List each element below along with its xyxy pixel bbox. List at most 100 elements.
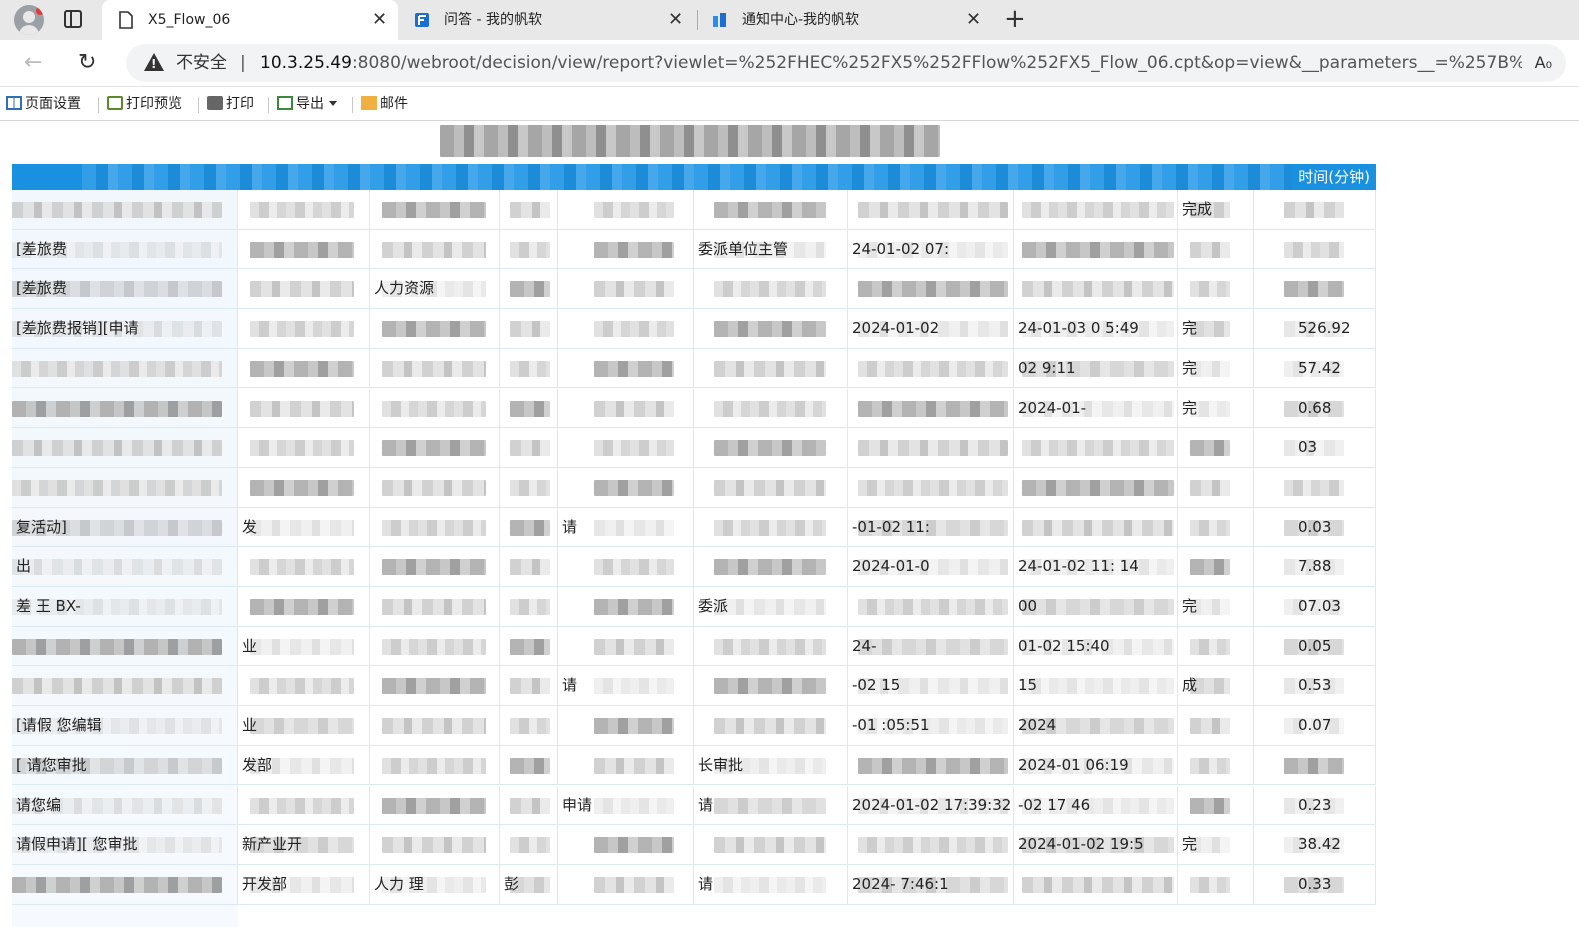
cell-text: 2024-01 06:19	[1018, 755, 1129, 774]
redacted-block	[1190, 718, 1230, 735]
cell-text: 57.42	[1298, 358, 1341, 377]
cell-text: 2024-01-02 19:5	[1018, 835, 1144, 854]
report-canvas: 时间(分钟) 完成 [差旅费 委派单位主管 24-01-02 07: [差旅费 人力资源[…	[0, 121, 1579, 927]
redacted-block	[858, 360, 1008, 377]
cell-text	[558, 279, 562, 297]
redacted-block	[250, 241, 354, 258]
page-setup-label: 页面设置	[25, 96, 81, 112]
fanruan-logo-icon	[415, 13, 429, 27]
cell-text	[694, 518, 698, 536]
table-cell: 57.42	[1254, 348, 1376, 388]
redacted-block	[250, 321, 354, 338]
url-text[interactable]: 10.3.25.49:8080/webroot/decision/view/re…	[260, 44, 1522, 82]
redacted-block	[1190, 876, 1230, 893]
cell-text: 07.03	[1298, 597, 1341, 615]
table-cell: -02 15	[848, 666, 1014, 706]
table-cell	[500, 666, 558, 706]
toolbar-separator	[268, 97, 269, 113]
export-dropdown-button[interactable]: 导出	[277, 88, 337, 120]
redacted-block	[1022, 202, 1174, 218]
cell-text	[694, 319, 698, 337]
redacted-block	[714, 479, 826, 496]
export-label: 导出	[296, 96, 324, 112]
table-cell	[238, 467, 370, 507]
cell-text: 业	[242, 636, 258, 655]
close-tab-icon[interactable]: ✕	[668, 0, 683, 40]
redacted-block	[1022, 599, 1174, 615]
report-title-redacted	[440, 125, 940, 157]
table-cell	[500, 626, 558, 666]
print-button[interactable]: 打印	[207, 88, 254, 120]
table-cell	[370, 547, 500, 587]
cell-text	[848, 359, 852, 377]
cell-text	[558, 756, 562, 774]
cell-text	[848, 200, 852, 218]
table-cell	[1178, 706, 1254, 746]
table-cell: 申请	[558, 785, 694, 825]
table-cell	[558, 547, 694, 587]
printer-icon	[207, 96, 223, 110]
cell-text	[500, 676, 504, 694]
redacted-block	[382, 479, 486, 496]
redacted-block	[382, 202, 486, 218]
cell-text	[1178, 716, 1182, 734]
profile-avatar-icon[interactable]	[14, 5, 44, 35]
url-omnibox[interactable]: 不安全 | 10.3.25.49:8080/webroot/decision/v…	[126, 44, 1566, 82]
reload-icon[interactable]: ↻	[78, 48, 96, 78]
table-cell	[848, 745, 1014, 785]
cell-text	[500, 240, 504, 258]
redacted-block	[250, 678, 354, 695]
cell-text	[558, 716, 562, 734]
cell-text	[1014, 875, 1018, 893]
mail-button[interactable]: 邮件	[361, 88, 408, 120]
new-tab-icon[interactable]: +	[1004, 4, 1026, 34]
cell-text: 人力资源	[374, 279, 435, 298]
redacted-block	[714, 678, 826, 695]
table-row: [差旅费报销][申请 2024-01-02 24-01-03 0 5:49 完 526.…	[12, 309, 1376, 349]
cell-text	[238, 438, 242, 456]
cell-text	[558, 399, 562, 417]
table-cell	[848, 825, 1014, 865]
read-aloud-icon[interactable]: A₀	[1535, 44, 1552, 82]
table-cell	[558, 587, 694, 626]
redacted-block	[510, 440, 550, 457]
table-row: [差旅费 人力资源	[12, 269, 1376, 310]
back-arrow-icon[interactable]: ←	[24, 48, 42, 78]
tab-actions-icon[interactable]	[64, 10, 82, 28]
table-cell: 0.05	[1254, 626, 1376, 666]
table-cell	[694, 467, 848, 507]
print-preview-button[interactable]: 打印预览	[107, 88, 182, 120]
table-cell	[370, 309, 500, 349]
cell-text	[558, 359, 562, 377]
table-cell: -01 :05:51	[848, 706, 1014, 746]
redacted-block	[1190, 757, 1230, 774]
table-row: [差旅费 委派单位主管 24-01-02 07:	[12, 229, 1376, 270]
print-preview-icon	[107, 96, 123, 110]
redacted-block	[510, 638, 550, 655]
table-cell	[12, 348, 238, 388]
close-tab-icon[interactable]: ✕	[372, 0, 387, 40]
table-cell	[558, 745, 694, 785]
redacted-block	[250, 718, 354, 735]
table-cell: 0.07	[1254, 706, 1376, 746]
redacted-block	[510, 559, 550, 576]
cell-text	[558, 478, 562, 496]
redacted-block	[1190, 241, 1230, 258]
table-cell	[848, 190, 1014, 229]
cell-text: -02 15	[852, 676, 901, 695]
cell-text	[500, 279, 504, 297]
redacted-block	[594, 718, 674, 735]
toolbar-separator	[198, 97, 199, 113]
redacted-block	[858, 400, 1008, 417]
redacted-block	[510, 678, 550, 695]
table-cell: 差 王 BX-	[12, 587, 238, 626]
cell-text	[370, 240, 374, 258]
tab-fanruan-notify[interactable]: 通知中心-我的帆软 ✕	[696, 0, 994, 40]
tab-fanruan-qa[interactable]: 问答 - 我的帆软 ✕	[398, 0, 696, 40]
tab-x5-flow[interactable]: X5_Flow_06 ✕	[102, 0, 398, 40]
page-setup-button[interactable]: 页面设置	[6, 88, 81, 120]
security-label[interactable]: 不安全	[176, 44, 227, 82]
close-tab-icon[interactable]: ✕	[966, 0, 981, 40]
table-cell	[1254, 229, 1376, 269]
table-cell: 委派	[694, 587, 848, 626]
